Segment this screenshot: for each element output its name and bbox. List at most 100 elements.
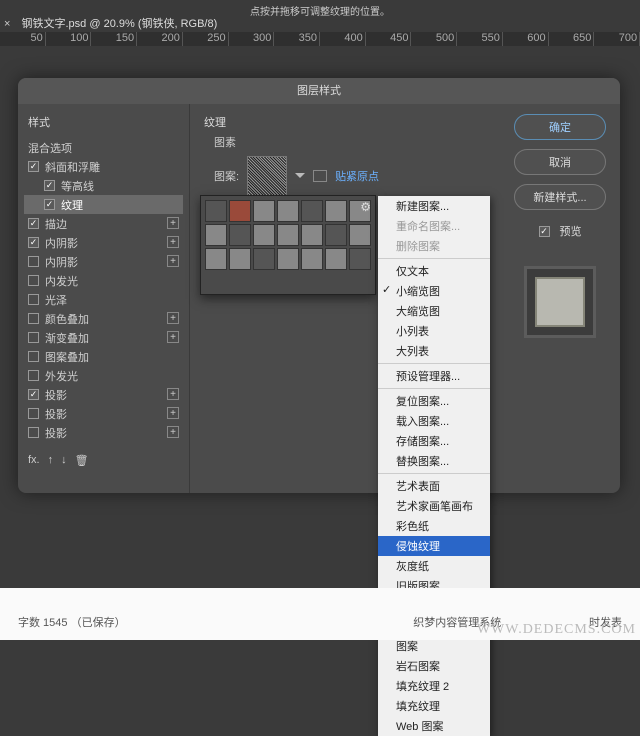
pattern-cell[interactable]: [205, 224, 227, 246]
checkbox[interactable]: ✓: [28, 389, 39, 400]
menu-item[interactable]: 预设管理器...: [378, 366, 490, 386]
style-item[interactable]: 内发光: [24, 271, 183, 290]
add-icon[interactable]: +: [167, 312, 179, 324]
checkbox[interactable]: [28, 275, 39, 286]
menu-item[interactable]: 大列表: [378, 341, 490, 361]
style-label: 斜面和浮雕: [45, 159, 100, 175]
menu-item[interactable]: 彩色纸: [378, 516, 490, 536]
style-item[interactable]: ✓内阴影+: [24, 233, 183, 252]
checkbox[interactable]: [28, 427, 39, 438]
menu-item[interactable]: ✓小缩览图: [378, 281, 490, 301]
menu-item[interactable]: 替换图案...: [378, 451, 490, 471]
add-icon[interactable]: +: [167, 331, 179, 343]
checkbox[interactable]: [28, 313, 39, 324]
new-preset-icon[interactable]: [313, 170, 327, 182]
add-icon[interactable]: +: [167, 407, 179, 419]
menu-item[interactable]: 小列表: [378, 321, 490, 341]
trash-icon[interactable]: 🗑: [75, 454, 89, 467]
menu-item[interactable]: 岩石图案: [378, 656, 490, 676]
menu-item[interactable]: 载入图案...: [378, 411, 490, 431]
style-item[interactable]: 内阴影+: [24, 252, 183, 271]
menu-item[interactable]: 灰度纸: [378, 556, 490, 576]
style-item[interactable]: 光泽: [24, 290, 183, 309]
pattern-cell[interactable]: [253, 200, 275, 222]
menu-item[interactable]: 仅文本: [378, 261, 490, 281]
style-label: 投影: [45, 425, 67, 441]
pattern-cell[interactable]: [325, 224, 347, 246]
ok-button[interactable]: 确定: [514, 114, 606, 140]
menu-item[interactable]: 新建图案...: [378, 196, 490, 216]
menu-item[interactable]: Web 图案: [378, 716, 490, 736]
style-item[interactable]: 渐变叠加+: [24, 328, 183, 347]
checkbox[interactable]: [28, 256, 39, 267]
cancel-button[interactable]: 取消: [514, 149, 606, 175]
pattern-cell[interactable]: [301, 224, 323, 246]
pattern-cell[interactable]: [205, 200, 227, 222]
pattern-cell[interactable]: [277, 200, 299, 222]
gear-icon[interactable]: ⚙: [360, 200, 371, 214]
arrow-up-icon[interactable]: ↑: [48, 454, 54, 467]
style-item[interactable]: 图案叠加: [24, 347, 183, 366]
style-item[interactable]: 外发光: [24, 366, 183, 385]
preview-checkbox[interactable]: ✓预览: [539, 223, 582, 239]
style-item[interactable]: ✓等高线: [24, 176, 183, 195]
pattern-cell[interactable]: [229, 248, 251, 270]
checkbox[interactable]: ✓: [28, 237, 39, 248]
menu-item[interactable]: 侵蚀纹理: [378, 536, 490, 556]
checkbox[interactable]: [28, 294, 39, 305]
pattern-cell[interactable]: [325, 200, 347, 222]
document-tab[interactable]: × 钢铁文字.psd @ 20.9% (钢铁侠, RGB/8): [4, 15, 217, 31]
checkbox[interactable]: ✓: [28, 161, 39, 172]
menu-item[interactable]: 复位图案...: [378, 391, 490, 411]
new-style-button[interactable]: 新建样式...: [514, 184, 606, 210]
pattern-grid[interactable]: [201, 196, 375, 274]
style-label: 颜色叠加: [45, 311, 89, 327]
pattern-swatch[interactable]: [247, 156, 287, 196]
add-icon[interactable]: +: [167, 426, 179, 438]
style-item[interactable]: 投影+: [24, 404, 183, 423]
pattern-cell[interactable]: [253, 224, 275, 246]
add-icon[interactable]: +: [167, 236, 179, 248]
pattern-cell[interactable]: [277, 248, 299, 270]
pattern-cell[interactable]: [253, 248, 275, 270]
snap-origin-link[interactable]: 贴紧原点: [335, 168, 379, 184]
pattern-cell[interactable]: [229, 200, 251, 222]
watermark: WWW.DEDECMS.COM: [477, 622, 636, 638]
menu-item[interactable]: 存储图案...: [378, 431, 490, 451]
checkbox[interactable]: ✓: [44, 180, 55, 191]
style-item[interactable]: ✓投影+: [24, 385, 183, 404]
pattern-cell[interactable]: [277, 224, 299, 246]
pattern-cell[interactable]: [205, 248, 227, 270]
style-item[interactable]: ✓纹理: [24, 195, 183, 214]
arrow-down-icon[interactable]: ↓: [61, 454, 67, 467]
pattern-cell[interactable]: [349, 248, 371, 270]
checkbox[interactable]: ✓: [28, 218, 39, 229]
style-item[interactable]: ✓描边+: [24, 214, 183, 233]
close-tab-icon[interactable]: ×: [4, 18, 10, 30]
fx-tools[interactable]: fx. ↑ ↓ 🗑: [24, 450, 183, 471]
pattern-cell[interactable]: [325, 248, 347, 270]
checkbox[interactable]: ✓: [44, 199, 55, 210]
menu-item[interactable]: 艺术表面: [378, 476, 490, 496]
style-item[interactable]: 颜色叠加 +: [24, 309, 183, 328]
checkbox[interactable]: [28, 332, 39, 343]
add-icon[interactable]: +: [167, 255, 179, 267]
menu-item[interactable]: 填充纹理: [378, 696, 490, 716]
tab-title: 钢铁文字.psd @ 20.9% (钢铁侠, RGB/8): [22, 18, 218, 30]
menu-item[interactable]: 艺术家画笔画布: [378, 496, 490, 516]
pattern-dropdown-icon[interactable]: [295, 173, 305, 183]
checkbox[interactable]: [28, 351, 39, 362]
style-item[interactable]: 投影 +: [24, 423, 183, 442]
style-item[interactable]: ✓ 斜面和浮雕: [24, 157, 183, 176]
checkbox[interactable]: [28, 370, 39, 381]
pattern-cell[interactable]: [301, 248, 323, 270]
add-icon[interactable]: +: [167, 217, 179, 229]
pattern-cell[interactable]: [349, 224, 371, 246]
checkbox[interactable]: [28, 408, 39, 419]
add-icon[interactable]: +: [167, 388, 179, 400]
pattern-cell[interactable]: [301, 200, 323, 222]
menu-item[interactable]: 大缩览图: [378, 301, 490, 321]
blending-options[interactable]: 混合选项: [24, 138, 183, 157]
pattern-cell[interactable]: [229, 224, 251, 246]
menu-item[interactable]: 填充纹理 2: [378, 676, 490, 696]
